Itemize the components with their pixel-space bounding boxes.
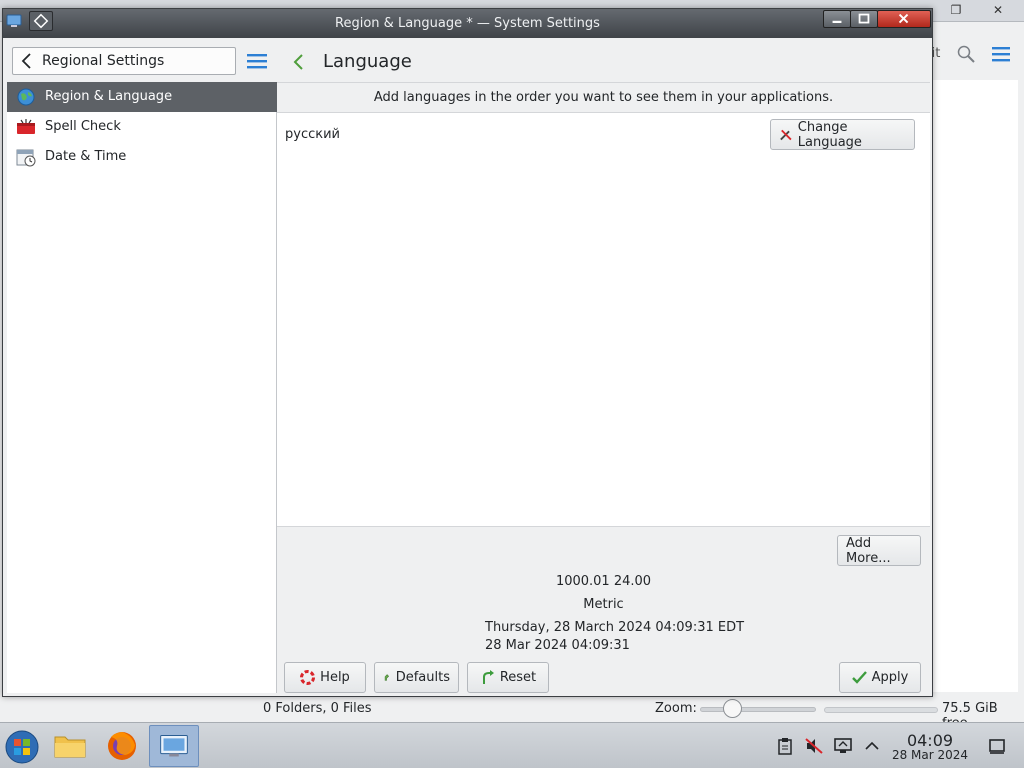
search-icon[interactable] — [956, 44, 976, 64]
help-icon — [300, 670, 316, 685]
zoom-slider-handle[interactable] — [723, 699, 742, 718]
minimize-icon — [832, 20, 842, 23]
zoom-slider-track[interactable] — [700, 707, 816, 712]
sidebar-menu-icon[interactable] — [247, 52, 267, 70]
page-title: Language — [323, 51, 412, 72]
help-label: Help — [320, 670, 350, 685]
minimize-button[interactable] — [823, 10, 851, 28]
background-close-button[interactable]: ✕ — [984, 1, 1012, 19]
language-list-item[interactable]: русский Change Language — [277, 113, 930, 157]
system-settings-window: Region & Language * — System Settings Re… — [2, 8, 933, 697]
sidebar: Regional Settings Region & Language Spel… — [7, 42, 277, 693]
main-panel: Language Add languages in the order you … — [277, 42, 930, 693]
chevron-up-icon[interactable] — [863, 737, 881, 755]
add-more-button[interactable]: Add More... — [837, 535, 921, 566]
language-hint: Add languages in the order you want to s… — [277, 82, 930, 113]
system-settings-icon — [160, 735, 188, 757]
globe-icon — [17, 88, 35, 106]
background-statusbar: 0 Folders, 0 Files Zoom: 75.5 GiB free — [0, 697, 1024, 731]
short-date-sample: 28 Mar 2024 04:09:31 — [485, 638, 630, 653]
spellcheck-icon — [17, 119, 35, 134]
sidebar-item-label: Region & Language — [45, 89, 173, 104]
help-button[interactable]: Help — [284, 662, 366, 693]
main-header: Language — [277, 42, 930, 82]
firefox-task[interactable] — [97, 725, 147, 767]
zoom-label: Zoom: — [655, 701, 697, 716]
hamburger-menu-icon[interactable] — [990, 44, 1012, 64]
reset-label: Reset — [499, 670, 537, 685]
settings-footer: Add More... 1000.01 24.00 Metric Thursda… — [277, 526, 930, 693]
checkmark-icon — [851, 671, 867, 684]
show-desktop-icon[interactable] — [988, 737, 1006, 755]
sidebar-item-label: Date & Time — [45, 149, 127, 164]
apply-label: Apply — [871, 670, 909, 685]
sidebar-item-date-time[interactable]: Date & Time — [7, 142, 277, 172]
system-settings-task[interactable] — [149, 725, 199, 767]
volume-muted-icon[interactable] — [805, 737, 823, 755]
clock-date[interactable]: 28 Mar 2024 — [889, 748, 971, 762]
language-name: русский — [285, 127, 340, 142]
file-manager-task[interactable] — [45, 725, 95, 767]
sidebar-list: Region & Language Spell Check Date & Tim… — [7, 82, 277, 172]
firefox-icon — [108, 732, 136, 760]
sidebar-item-region-language[interactable]: Region & Language — [7, 82, 277, 112]
window-titlebar[interactable]: Region & Language * — System Settings — [3, 9, 932, 38]
sidebar-header-label: Regional Settings — [42, 53, 165, 69]
maximize-icon — [858, 13, 870, 24]
reset-button[interactable]: Reset — [467, 662, 549, 693]
tools-icon — [780, 129, 792, 141]
close-icon — [898, 13, 909, 24]
defaults-icon — [384, 674, 390, 681]
free-space-bar — [824, 707, 938, 713]
close-button[interactable] — [877, 10, 931, 28]
background-content-area — [930, 80, 1018, 692]
add-more-label: Add More... — [846, 535, 891, 566]
clipboard-icon[interactable] — [776, 737, 794, 755]
defaults-label: Defaults — [395, 670, 450, 685]
folders-files-count: 0 Folders, 0 Files — [263, 701, 372, 716]
folder-icon — [54, 736, 86, 758]
start-menu-icon[interactable] — [4, 729, 40, 765]
maximize-button[interactable] — [850, 10, 878, 28]
calendar-icon — [16, 149, 36, 167]
background-restore-button[interactable]: ❐ — [942, 1, 970, 19]
network-icon[interactable] — [834, 737, 852, 755]
back-arrow-icon[interactable] — [291, 52, 305, 72]
change-language-button[interactable]: Change Language — [770, 119, 915, 150]
sidebar-back-field[interactable]: Regional Settings — [12, 47, 236, 75]
sidebar-item-spell-check[interactable]: Spell Check — [7, 112, 277, 142]
change-language-label: Change Language — [797, 119, 862, 150]
taskbar: 04:09 28 Mar 2024 — [0, 722, 1024, 768]
reset-icon — [482, 670, 494, 684]
measurement-sample: Metric — [583, 597, 624, 612]
number-sample: 1000.01 24.00 — [555, 574, 652, 589]
sidebar-item-label: Spell Check — [45, 119, 121, 134]
window-title: Region & Language * — System Settings — [335, 16, 600, 31]
defaults-button[interactable]: Defaults — [374, 662, 459, 693]
long-date-sample: Thursday, 28 March 2024 04:09:31 EDT — [485, 620, 745, 635]
apply-button[interactable]: Apply — [839, 662, 921, 693]
back-arrow-icon — [21, 53, 31, 69]
